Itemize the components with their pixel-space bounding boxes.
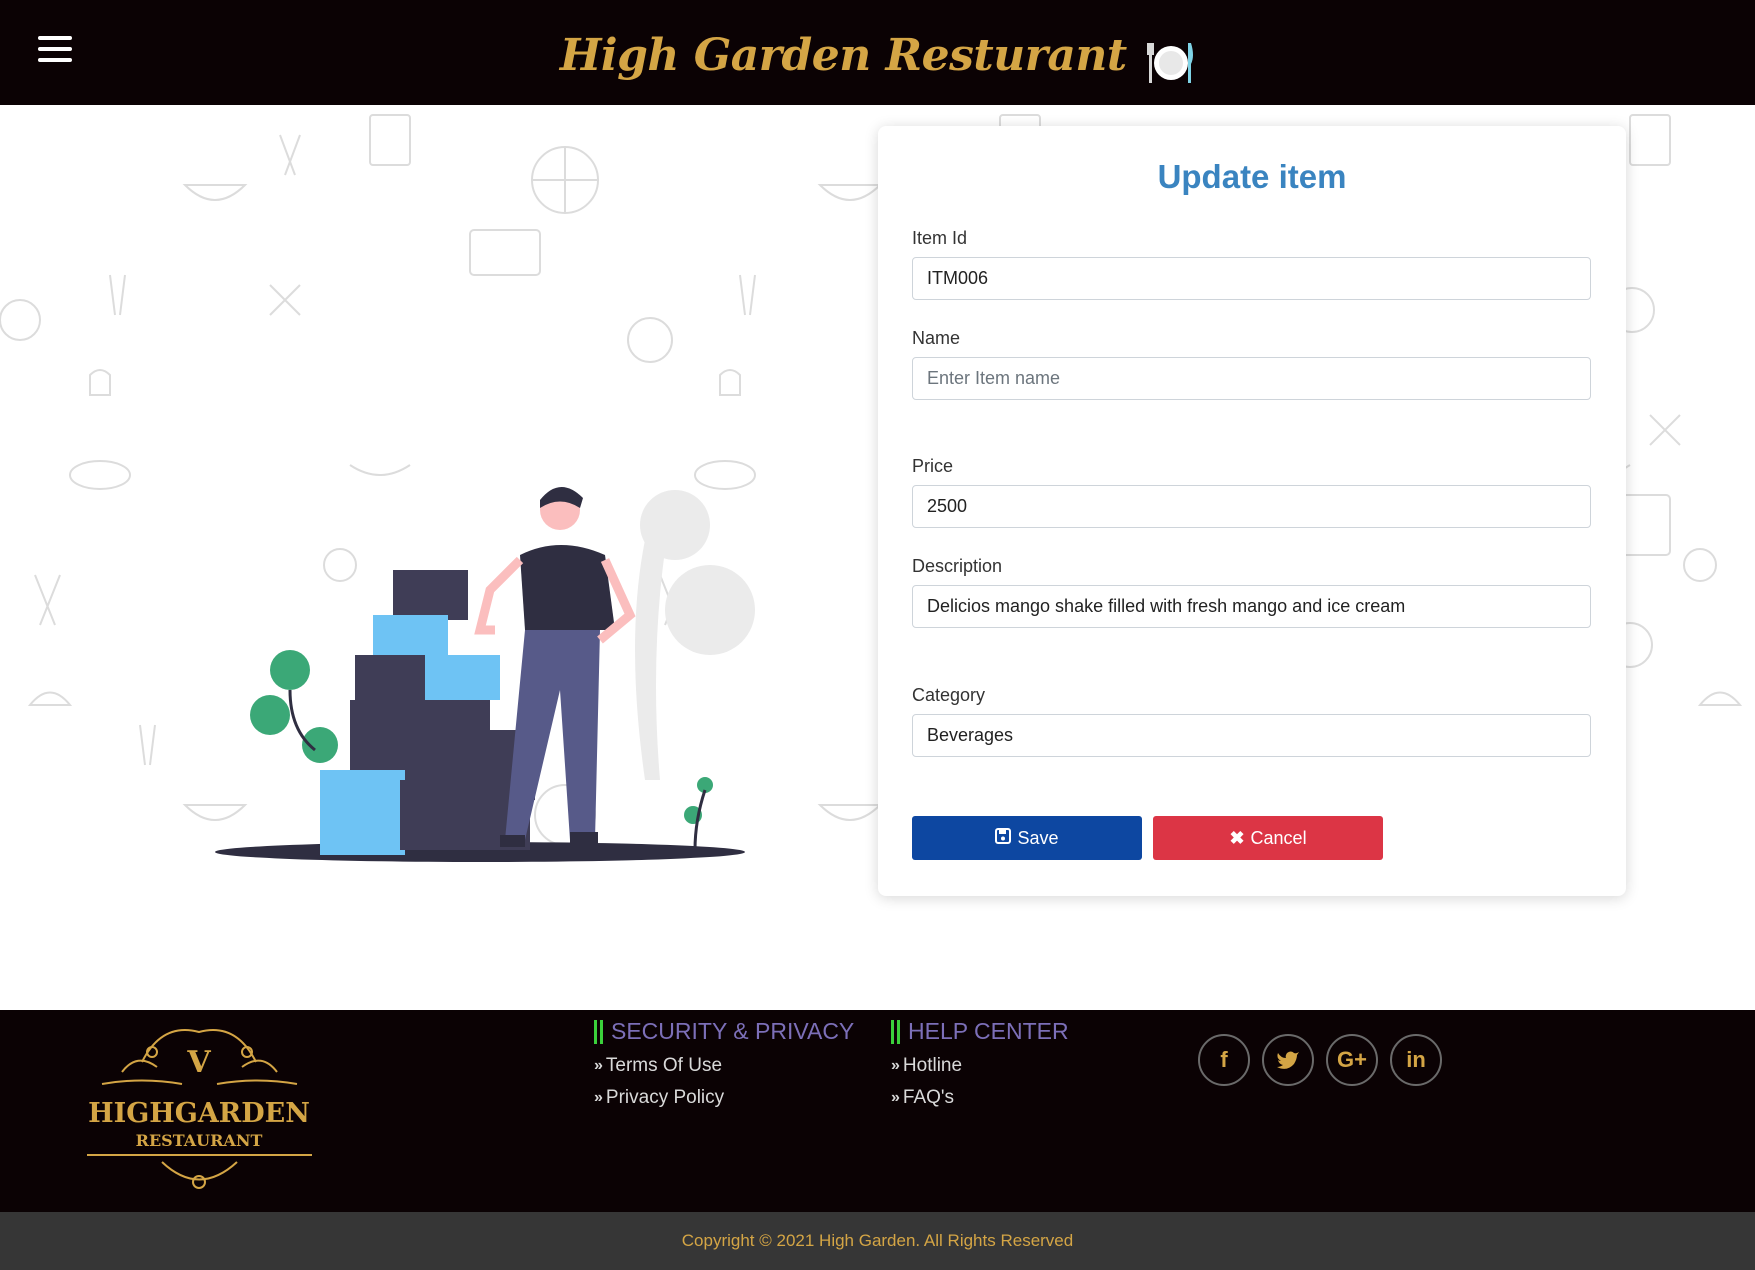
top-navbar: High Garden Resturant	[0, 0, 1755, 105]
category-label: Category	[912, 685, 986, 705]
save-button[interactable]: Save	[912, 816, 1142, 860]
description-input[interactable]	[912, 585, 1591, 628]
logo-text-main: HIGHGARDEN	[88, 1098, 310, 1129]
cancel-button[interactable]: ✖ Cancel	[1153, 816, 1383, 860]
hotline-link[interactable]: » Hotline	[891, 1055, 1069, 1077]
price-input[interactable]	[912, 485, 1591, 528]
form-title: Update item	[1157, 158, 1347, 195]
name-input[interactable]	[912, 357, 1591, 400]
social-links: f G+ in	[1198, 1034, 1442, 1086]
google-plus-icon[interactable]: G+	[1326, 1034, 1378, 1086]
brand: High Garden Resturant	[0, 30, 1755, 91]
item-id-input[interactable]	[912, 257, 1591, 300]
copyright-text: Copyright © 2021 High Garden. All Rights…	[681, 1231, 1074, 1250]
security-privacy-heading: SECURITY & PRIVACY	[594, 1018, 854, 1045]
heading-accent-bar	[891, 1019, 900, 1044]
floppy-disk-icon	[995, 827, 1012, 849]
faq-link[interactable]: » FAQ's	[891, 1087, 1069, 1109]
name-label: Name	[912, 328, 961, 348]
price-label: Price	[912, 456, 954, 476]
logo-text-sub: RESTAURANT	[136, 1131, 263, 1150]
double-chevron-right-icon: »	[594, 1057, 603, 1074]
twitter-icon[interactable]	[1262, 1034, 1314, 1086]
item-id-label: Item Id	[912, 228, 968, 248]
logo-letter: V	[186, 1045, 211, 1080]
double-chevron-right-icon: »	[594, 1089, 603, 1106]
copyright-bar: Copyright © 2021 High Garden. All Rights…	[0, 1212, 1755, 1270]
update-item-card: Update item Item Id Name Price Descripti…	[878, 126, 1626, 896]
double-chevron-right-icon: »	[891, 1057, 900, 1074]
plate-cutlery-icon	[1147, 40, 1195, 91]
site-title: High Garden Resturant	[559, 30, 1127, 81]
facebook-icon[interactable]: f	[1198, 1034, 1250, 1086]
man-with-boxes-illustration	[215, 486, 755, 862]
category-input[interactable]	[912, 714, 1591, 757]
close-icon: ✖	[1229, 827, 1245, 848]
security-privacy-column: SECURITY & PRIVACY » Terms Of Use » Priv…	[594, 1018, 854, 1109]
footer: V HIGHGARDEN RESTAURANT SECURITY & PRIVA…	[0, 1010, 1755, 1212]
privacy-policy-link[interactable]: » Privacy Policy	[594, 1087, 854, 1109]
terms-of-use-link[interactable]: » Terms Of Use	[594, 1055, 854, 1077]
description-label: Description	[912, 556, 1003, 576]
help-center-column: HELP CENTER » Hotline » FAQ's	[891, 1018, 1069, 1109]
highgarden-logo: V HIGHGARDEN RESTAURANT	[87, 1029, 312, 1189]
double-chevron-right-icon: »	[891, 1089, 900, 1106]
linkedin-icon[interactable]: in	[1390, 1034, 1442, 1086]
heading-accent-bar	[594, 1019, 603, 1044]
help-center-heading: HELP CENTER	[891, 1018, 1069, 1045]
save-button-label: Save	[1017, 827, 1059, 848]
cancel-button-label: Cancel	[1250, 827, 1307, 848]
